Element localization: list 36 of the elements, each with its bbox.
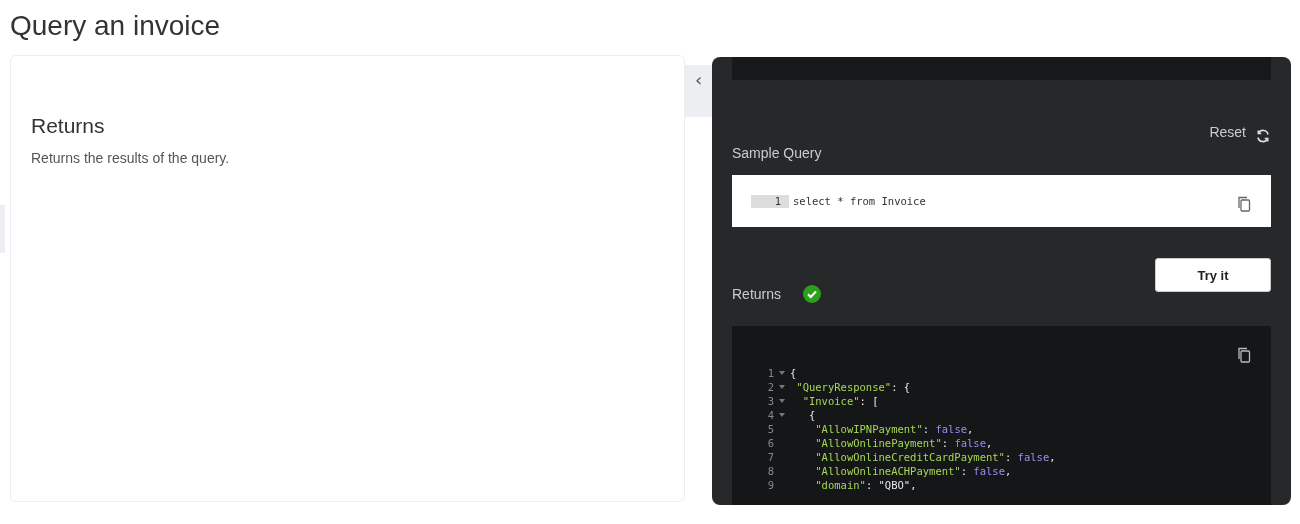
collapse-button[interactable]: ‹: [685, 65, 712, 117]
line-number: 1: [751, 194, 789, 208]
fold-arrow-icon[interactable]: [779, 399, 785, 403]
section-description: Returns the results of the query.: [31, 150, 231, 166]
reset-button[interactable]: Reset: [1209, 120, 1271, 144]
sample-query-label: Sample Query: [732, 145, 823, 161]
code-line: "Invoice": [: [801, 395, 879, 407]
line-number: 3: [766, 395, 774, 407]
line-number: 2: [766, 381, 774, 393]
fold-arrow-icon[interactable]: [779, 385, 785, 389]
code-line: "AllowOnlinePayment": false,: [814, 437, 993, 449]
copy-icon[interactable]: [1237, 196, 1251, 212]
try-it-button[interactable]: Try it: [1155, 258, 1271, 292]
code-line: "AllowIPNPayment": false,: [814, 423, 974, 435]
page-title: Query an invoice: [9, 9, 222, 43]
code-line: {: [807, 409, 816, 421]
refresh-icon: [1255, 128, 1271, 144]
line-number: 5: [766, 423, 774, 435]
code-line: {: [790, 367, 797, 379]
code-line: select * from Invoice: [793, 195, 926, 207]
returns-label: Returns: [732, 286, 782, 302]
code-line: "domain": "QBO",: [814, 479, 917, 491]
line-number: 8: [766, 465, 774, 477]
line-number: 1: [766, 367, 774, 379]
line-number: 6: [766, 437, 774, 449]
line-number: 4: [766, 409, 774, 421]
line-number: 9: [766, 479, 774, 491]
fold-arrow-icon[interactable]: [779, 371, 785, 375]
code-line: "AllowOnlineACHPayment": false,: [814, 465, 1012, 477]
line-number: 7: [766, 451, 774, 463]
code-line: "QueryResponse": {: [795, 381, 911, 393]
section-heading: Returns: [31, 114, 106, 138]
copy-icon[interactable]: [1237, 347, 1251, 363]
query-editor[interactable]: 1 select * from Invoice: [732, 175, 1271, 227]
fold-arrow-icon[interactable]: [779, 413, 785, 417]
code-line: "AllowOnlineCreditCardPayment": false,: [814, 451, 1056, 463]
